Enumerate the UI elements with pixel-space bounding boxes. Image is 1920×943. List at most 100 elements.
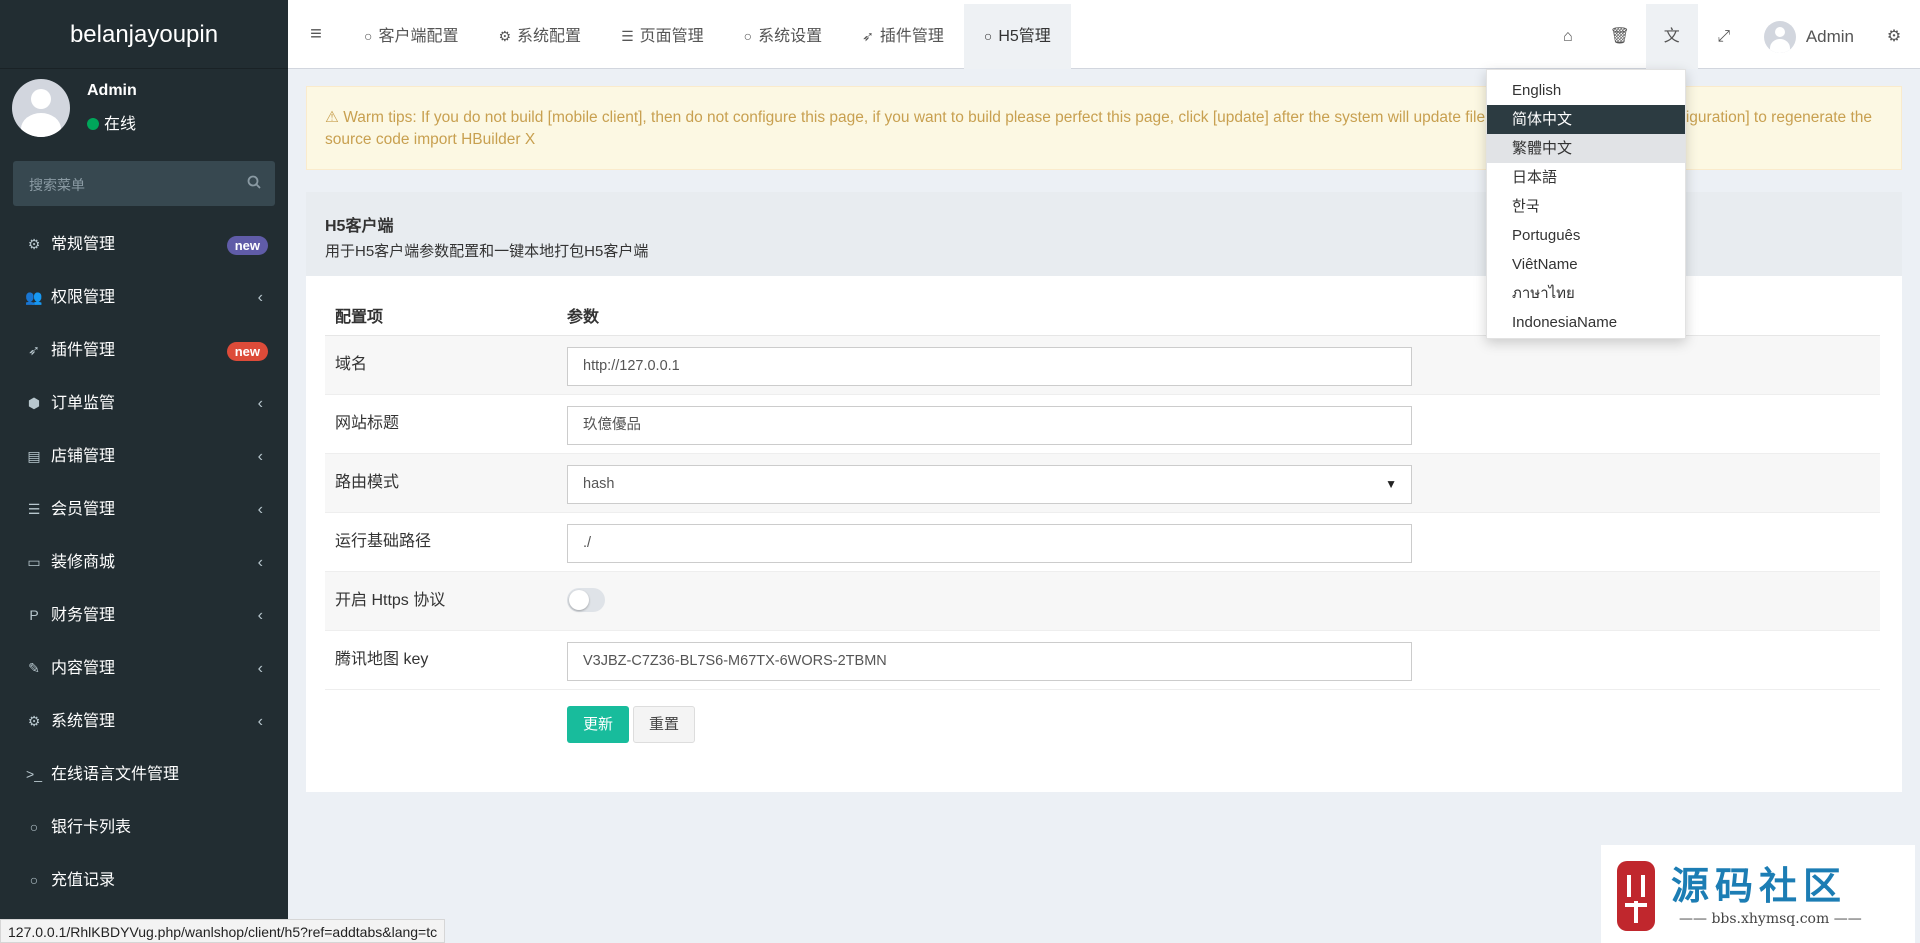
- search-icon[interactable]: [247, 175, 261, 189]
- tab-client-config[interactable]: ○ 客户端配置: [344, 4, 478, 69]
- row-label: 运行基础路径: [335, 533, 432, 550]
- watermark-url-text: bbs.xhymsq.com: [1711, 911, 1830, 927]
- sidebar-menu: ⚙ 常规管理 new 👥 权限管理 ‹ ➶ 插件管理 new ⬢ 订单监管 ‹ ▤ 店铺管理 ‹ ☰…: [0, 218, 288, 907]
- chevron-left-icon: ‹: [257, 713, 263, 730]
- sidebar-item-recharge[interactable]: ○ 充值记录: [0, 854, 288, 907]
- circle-icon: ○: [364, 28, 373, 44]
- home-button[interactable]: ⌂: [1542, 4, 1594, 69]
- header-actions: ⌂ 🗑 文 ⤢ Admin ⚙: [1542, 4, 1920, 69]
- sidebar-item-label: 插件管理: [51, 342, 116, 359]
- row-label: 腾讯地图 key: [335, 651, 429, 668]
- paypal-icon: P: [29, 607, 39, 623]
- desktop-icon: ▭: [27, 554, 41, 570]
- chevron-left-icon: ‹: [257, 607, 263, 624]
- table-row: 运行基础路径 ./: [325, 513, 1880, 572]
- toggle-knob: [569, 590, 589, 610]
- language-option[interactable]: 繁體中文: [1487, 134, 1685, 163]
- row-label: 开启 Https 协议: [335, 592, 446, 609]
- users-icon: 👥: [25, 289, 43, 305]
- domain-input[interactable]: http://127.0.0.1: [567, 347, 1412, 386]
- tab-h5-manage[interactable]: ○ H5管理: [963, 4, 1071, 69]
- sidebar-item-label: 在线语言文件管理: [51, 766, 180, 783]
- update-button[interactable]: 更新: [567, 706, 629, 743]
- settings-button[interactable]: ⚙: [1868, 4, 1920, 69]
- sidebar-item-label: 店铺管理: [51, 448, 116, 465]
- language-option[interactable]: 日本語: [1487, 163, 1685, 192]
- sidebar-item-bank-cards[interactable]: ○ 银行卡列表: [0, 801, 288, 854]
- brand-logo[interactable]: belanjayoupin: [0, 0, 288, 69]
- nav-tabs: ○ 客户端配置 ⚙ 系统配置 ☰ 页面管理 ○ 系统设置 ➶ 插件管理 ○ H5管理: [344, 4, 1071, 69]
- route-mode-select[interactable]: hash ▼: [567, 465, 1412, 504]
- new-badge: new: [226, 236, 268, 255]
- reset-button[interactable]: 重置: [633, 706, 695, 743]
- top-header: ≡ ○ 客户端配置 ⚙ 系统配置 ☰ 页面管理 ○ 系统设置 ➶ 插件管理 ○ H5管理 ⌂…: [288, 0, 1920, 69]
- language-option[interactable]: 한국: [1487, 192, 1685, 221]
- tab-page-manage[interactable]: ☰ 页面管理: [601, 4, 724, 69]
- home-icon: ⌂: [1562, 28, 1573, 45]
- sidebar-item-lang-files[interactable]: >_ 在线语言文件管理: [0, 748, 288, 801]
- language-option[interactable]: English: [1487, 76, 1685, 105]
- row-label: 路由模式: [335, 474, 400, 491]
- circle-icon: ○: [29, 872, 39, 888]
- language-option-selected[interactable]: 简体中文: [1487, 105, 1685, 134]
- warning-icon: ⚠: [325, 109, 344, 126]
- clear-cache-button[interactable]: 🗑: [1594, 4, 1646, 69]
- terminal-icon: >_: [26, 766, 42, 782]
- watermark-url: —— bbs.xhymsq.com ——: [1679, 911, 1862, 927]
- user-panel: Admin 在线: [0, 69, 288, 151]
- table-row: 网站标题 玖億優品: [325, 395, 1880, 454]
- sidebar: belanjayoupin Admin 在线 搜索菜单 ⚙ 常规管理 new 👥 权限…: [0, 0, 288, 943]
- sidebar-item-general[interactable]: ⚙ 常规管理 new: [0, 218, 288, 271]
- language-option[interactable]: ViêtName: [1487, 250, 1685, 279]
- sidebar-item-system[interactable]: ⚙ 系统管理 ‹: [0, 695, 288, 748]
- caret-down-icon: ▼: [1385, 477, 1397, 491]
- chevron-left-icon: ‹: [257, 501, 263, 518]
- sidebar-item-plugins[interactable]: ➶ 插件管理 new: [0, 324, 288, 377]
- rocket-icon: ➶: [862, 28, 874, 44]
- gear-icon: ⚙: [498, 28, 512, 44]
- sidebar-item-auth[interactable]: 👥 权限管理 ‹: [0, 271, 288, 324]
- avatar: [1763, 20, 1796, 53]
- sidebar-toggle-button[interactable]: ≡: [288, 0, 344, 69]
- tab-label: 系统设置: [758, 28, 823, 45]
- list-icon: ☰: [27, 501, 41, 517]
- https-toggle[interactable]: [567, 588, 605, 612]
- sidebar-item-members[interactable]: ☰ 会员管理 ‹: [0, 483, 288, 536]
- language-option[interactable]: IndonesiaName: [1487, 308, 1685, 337]
- sidebar-item-label: 常规管理: [51, 236, 116, 253]
- tab-plugin-manage[interactable]: ➶ 插件管理: [842, 4, 964, 69]
- user-status: 在线: [87, 110, 136, 134]
- cogs-icon: ⚙: [1886, 28, 1902, 45]
- cogs-icon: ⚙: [27, 236, 41, 252]
- rocket-icon: ➶: [28, 342, 40, 358]
- tab-system-settings[interactable]: ○ 系统设置: [724, 4, 842, 69]
- language-button[interactable]: 文: [1645, 4, 1698, 69]
- table-row: 路由模式 hash ▼: [325, 454, 1880, 513]
- sidebar-item-shops[interactable]: ▤ 店铺管理 ‹: [0, 430, 288, 483]
- tencent-map-key-input[interactable]: V3JBZ-C7Z36-BL7S6-M67TX-6WORS-2TBMN: [567, 642, 1412, 681]
- cube-icon: ⬢: [27, 395, 41, 411]
- trash-icon: 🗑: [1609, 28, 1630, 45]
- seal-logo-icon: [1617, 861, 1655, 931]
- language-option[interactable]: Português: [1487, 221, 1685, 250]
- base-path-input[interactable]: ./: [567, 524, 1412, 563]
- new-badge: new: [226, 342, 268, 361]
- user-menu[interactable]: Admin: [1750, 4, 1868, 69]
- route-mode-value: hash: [583, 476, 615, 492]
- config-table: 配置项 参数 域名 http://127.0.0.1 网站标题 玖億優品 路由模…: [325, 292, 1880, 690]
- fullscreen-button[interactable]: ⤢: [1698, 4, 1750, 69]
- sidebar-item-content[interactable]: ✎ 内容管理 ‹: [0, 642, 288, 695]
- sidebar-item-orders[interactable]: ⬢ 订单监管 ‹: [0, 377, 288, 430]
- sidebar-item-label: 装修商城: [51, 554, 116, 571]
- tab-label: 客户端配置: [378, 28, 459, 45]
- chevron-left-icon: ‹: [257, 660, 263, 677]
- sidebar-item-label: 会员管理: [51, 501, 116, 518]
- language-option[interactable]: ภาษาไทย: [1487, 279, 1685, 308]
- tab-system-config[interactable]: ⚙ 系统配置: [478, 4, 601, 69]
- sidebar-item-label: 订单监管: [51, 395, 116, 412]
- site-title-input[interactable]: 玖億優品: [567, 406, 1412, 445]
- menu-search-input[interactable]: 搜索菜单: [13, 161, 275, 206]
- tab-label: 插件管理: [879, 28, 944, 45]
- sidebar-item-finance[interactable]: P 财务管理 ‹: [0, 589, 288, 642]
- sidebar-item-decor[interactable]: ▭ 装修商城 ‹: [0, 536, 288, 589]
